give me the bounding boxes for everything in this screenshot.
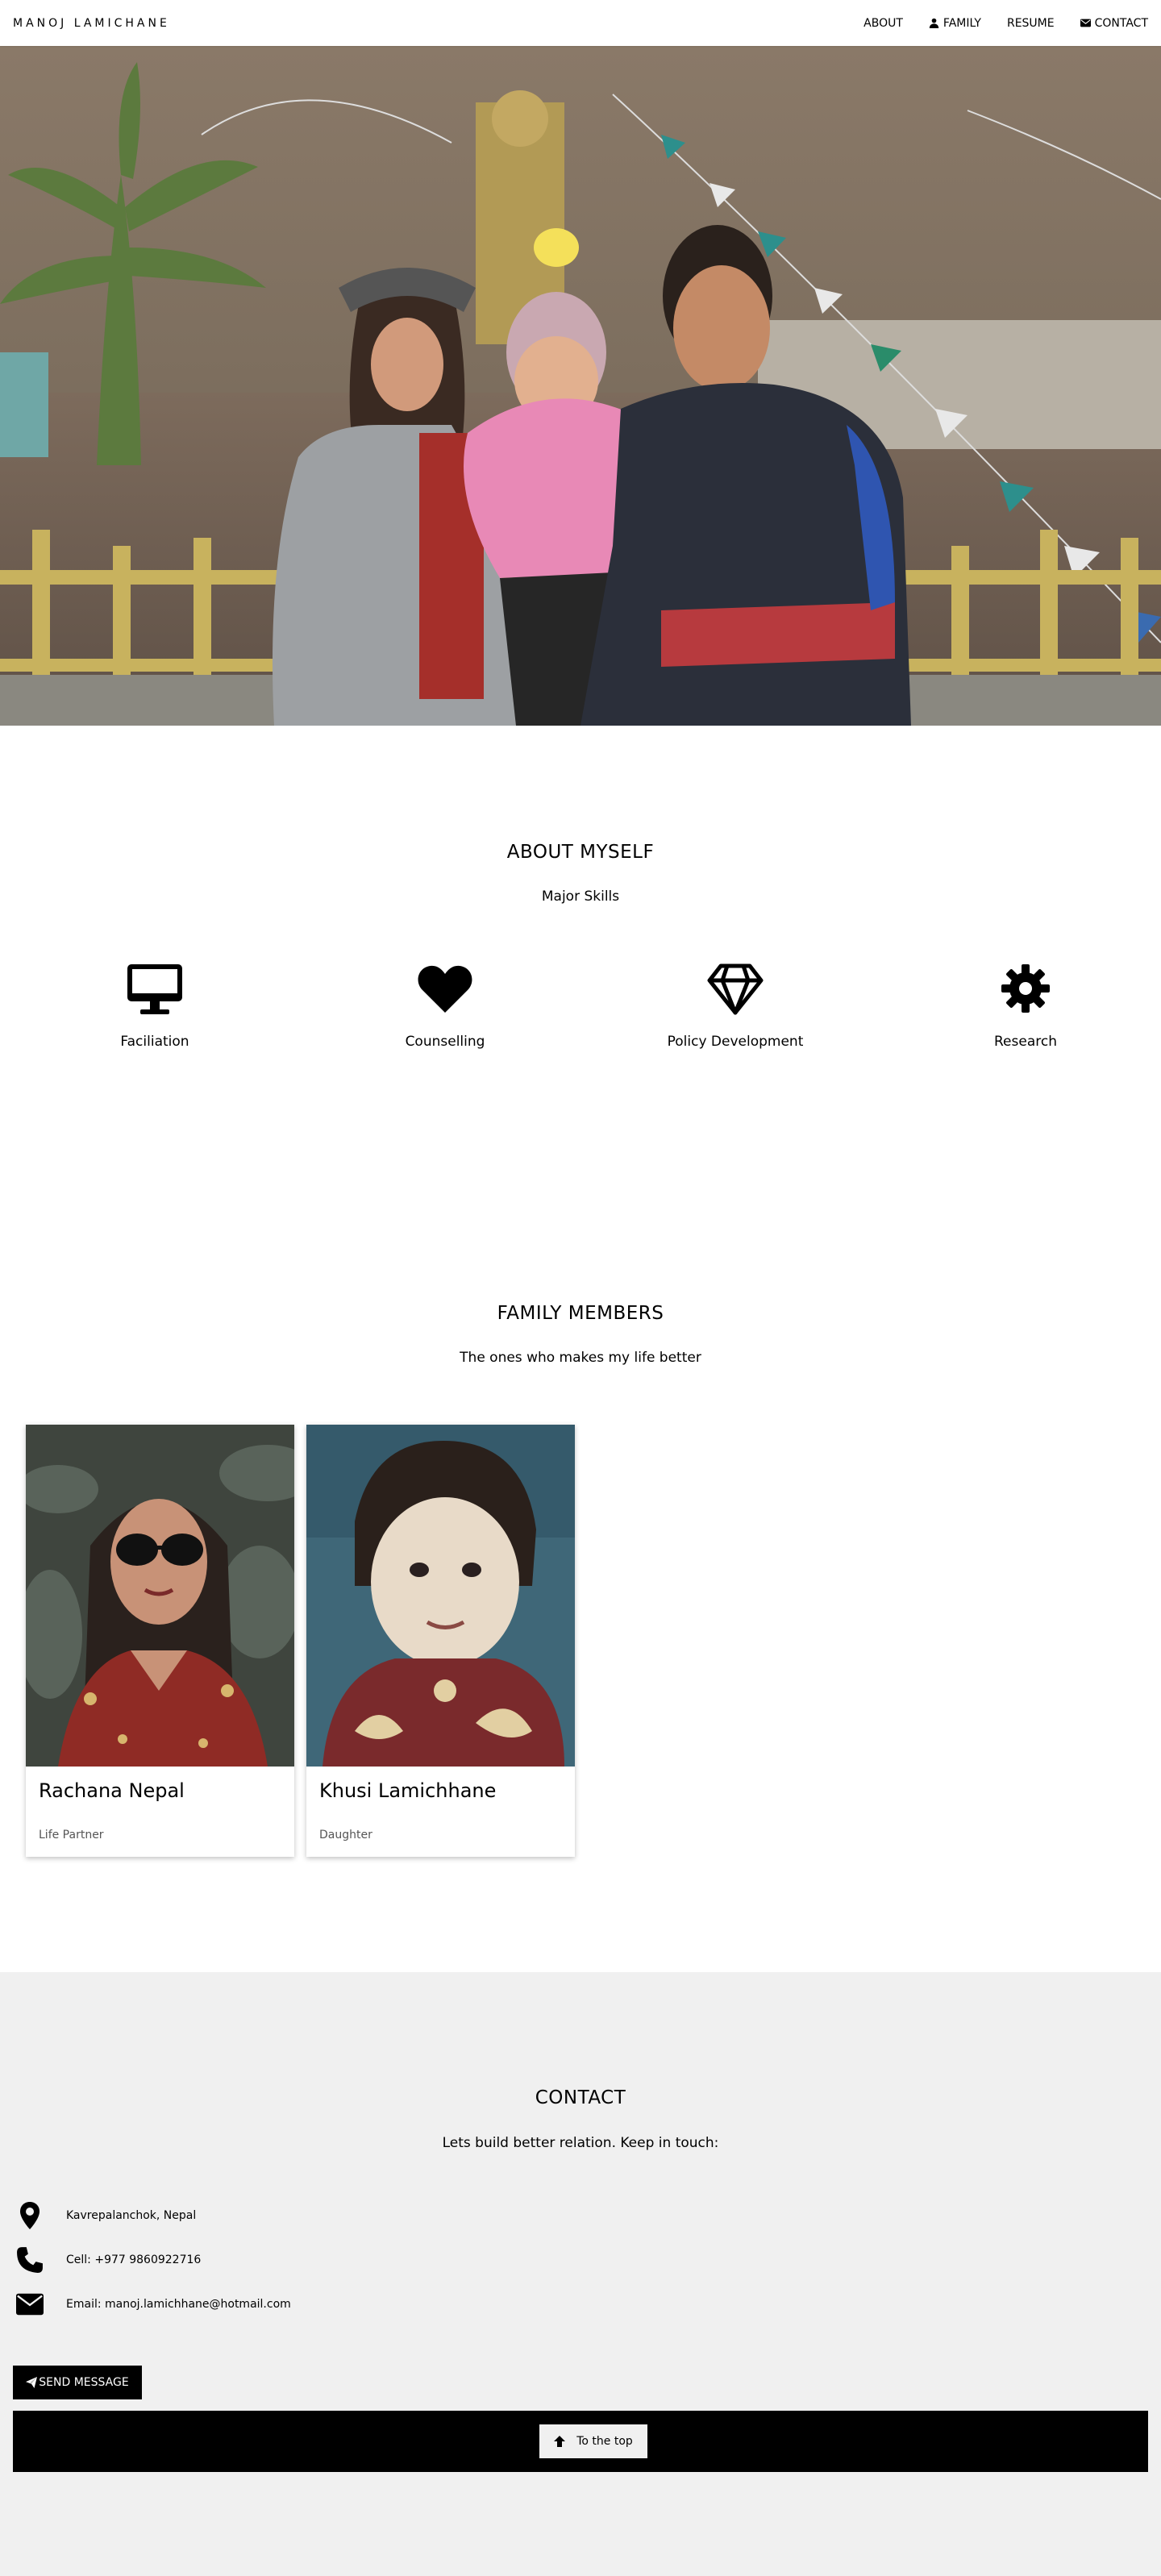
family-title: FAMILY MEMBERS <box>497 1303 664 1324</box>
contact-phone[interactable]: Cell: +977 9860922716 <box>66 2253 201 2266</box>
skill-research: Research <box>890 959 1161 1050</box>
brand-logo[interactable]: MANOJ LAMICHANE <box>13 17 170 30</box>
send-message-label: SEND MESSAGE <box>39 2376 129 2389</box>
heart-icon <box>416 959 474 1017</box>
khusi-photo <box>306 1425 575 1767</box>
member-name: Rachana Nepal <box>39 1779 185 1802</box>
nav-family[interactable]: FAMILY <box>929 17 981 30</box>
skill-faciliation: Faciliation <box>19 959 290 1050</box>
hero-family-photo <box>0 46 1161 726</box>
envelope-icon <box>1080 19 1091 27</box>
family-card-khusi[interactable]: Khusi Lamichhane Daughter <box>306 1425 575 1857</box>
to-the-top-label: To the top <box>576 2435 633 2448</box>
about-subtitle: Major Skills <box>541 888 620 905</box>
diamond-icon <box>706 959 764 1017</box>
contact-subtitle: Lets build better relation. Keep in touc… <box>442 2135 719 2151</box>
nav-about-label: ABOUT <box>863 16 903 30</box>
nav-resume-label: RESUME <box>1006 16 1055 30</box>
nav-contact-label: CONTACT <box>1094 16 1148 30</box>
contact-address-row: Kavrepalanchok, Nepal <box>13 2201 196 2230</box>
family-subtitle: The ones who makes my life better <box>460 1350 701 1366</box>
skill-counselling: Counselling <box>310 959 580 1050</box>
arrow-up-icon <box>554 2436 566 2447</box>
skill-label: Research <box>994 1034 1057 1050</box>
contact-email-row: Email: manoj.lamichhane@hotmail.com <box>13 2290 291 2319</box>
hero-photo-illustration <box>0 46 1161 726</box>
skill-policy-development: Policy Development <box>600 959 871 1050</box>
skill-label: Policy Development <box>667 1034 804 1050</box>
nav-resume[interactable]: RESUME <box>1007 17 1055 30</box>
member-name: Khusi Lamichhane <box>319 1779 497 1802</box>
nav-family-label: FAMILY <box>943 16 981 30</box>
envelope-icon <box>13 2290 47 2319</box>
skill-label: Counselling <box>405 1034 485 1050</box>
skill-label: Faciliation <box>120 1034 189 1050</box>
contact-email[interactable]: Email: manoj.lamichhane@hotmail.com <box>66 2298 291 2311</box>
send-message-button[interactable]: SEND MESSAGE <box>13 2366 142 2399</box>
main-nav: ABOUT FAMILY RESUME CONTACT <box>863 17 1148 30</box>
gear-icon <box>997 959 1055 1017</box>
desktop-icon <box>126 959 184 1017</box>
top-navbar: MANOJ LAMICHANE ABOUT FAMILY RESUME CONT… <box>0 0 1161 46</box>
contact-address: Kavrepalanchok, Nepal <box>66 2209 197 2222</box>
footer-bar: To the top <box>13 2411 1148 2472</box>
nav-contact[interactable]: CONTACT <box>1080 17 1148 30</box>
phone-icon <box>13 2245 47 2274</box>
member-role: Daughter <box>319 1829 372 1841</box>
contact-title: CONTACT <box>535 2087 626 2108</box>
nav-about[interactable]: ABOUT <box>863 17 903 30</box>
rachana-photo <box>26 1425 294 1767</box>
map-marker-icon <box>13 2201 47 2230</box>
user-icon <box>929 18 939 28</box>
member-role: Life Partner <box>39 1829 104 1841</box>
about-title: ABOUT MYSELF <box>506 842 655 863</box>
to-the-top-button[interactable]: To the top <box>539 2424 647 2458</box>
contact-phone-row: Cell: +977 9860922716 <box>13 2245 201 2274</box>
paper-plane-icon <box>26 2377 38 2388</box>
skills-list: Faciliation Counselling Policy Developme… <box>0 959 1161 1050</box>
family-card-rachana[interactable]: Rachana Nepal Life Partner <box>26 1425 294 1857</box>
